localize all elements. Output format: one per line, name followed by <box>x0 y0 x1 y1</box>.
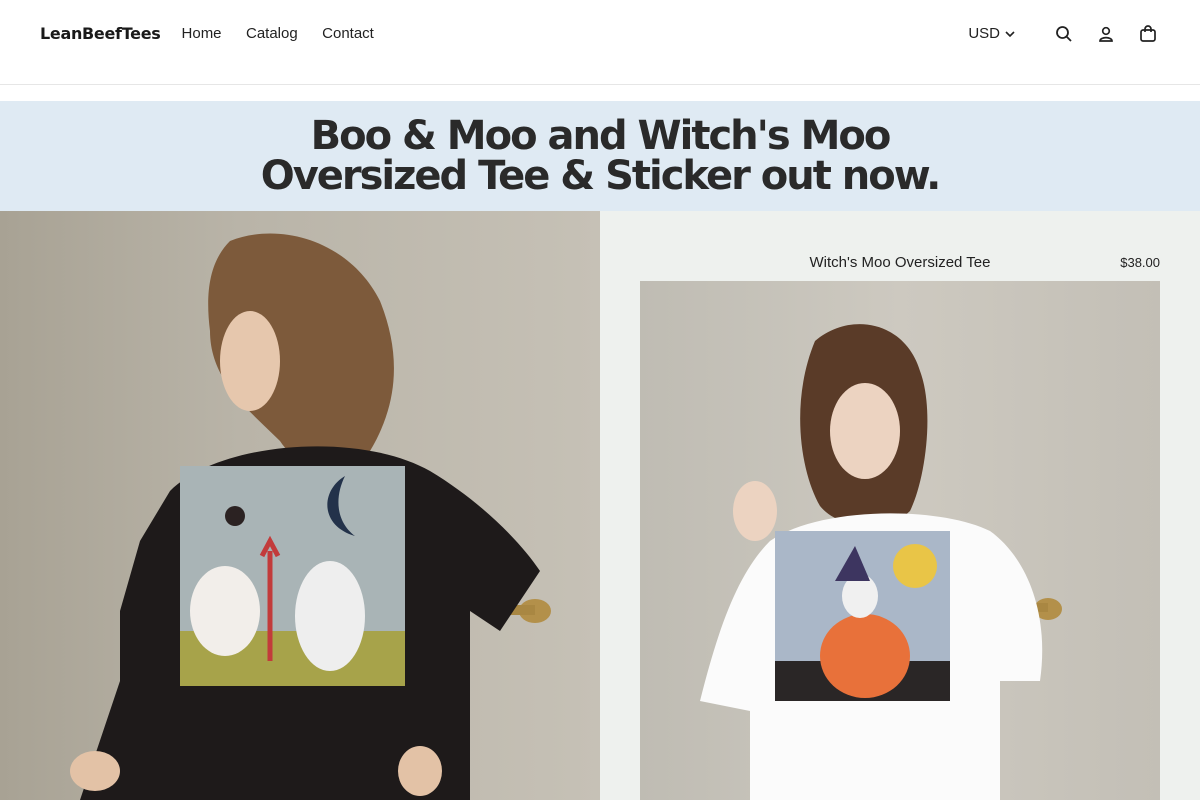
main-nav: Home Catalog Contact <box>182 25 394 43</box>
header-left: LeanBeefTees Home Catalog Contact <box>40 0 394 68</box>
product-price: $38.00 <box>1120 255 1160 270</box>
currency-label: USD <box>968 25 1000 42</box>
cart-icon[interactable] <box>1136 22 1160 46</box>
site-header: LeanBeefTees Home Catalog Contact USD <box>0 0 1200 85</box>
nav-home[interactable]: Home <box>182 25 222 42</box>
brand-logo[interactable]: LeanBeefTees <box>40 24 161 43</box>
product-image-witchs-moo-tee[interactable] <box>640 281 1160 800</box>
product-title[interactable]: Witch's Moo Oversized Tee <box>640 254 1160 271</box>
announcement-banner: Boo & Moo and Witch's Moo Oversized Tee … <box>0 101 1200 211</box>
nav-catalog[interactable]: Catalog <box>246 25 298 42</box>
chevron-down-icon <box>1004 28 1016 40</box>
account-icon[interactable] <box>1094 22 1118 46</box>
header-right: USD <box>968 0 1160 68</box>
hero-image-boo-moo-tee[interactable] <box>0 211 600 800</box>
currency-selector[interactable]: USD <box>968 25 1016 42</box>
nav-contact[interactable]: Contact <box>322 25 374 42</box>
featured-product-panel: Witch's Moo Oversized Tee $38.00 <box>600 211 1200 800</box>
banner-heading: Boo & Moo and Witch's Moo Oversized Tee … <box>260 113 942 199</box>
search-icon[interactable] <box>1052 22 1076 46</box>
